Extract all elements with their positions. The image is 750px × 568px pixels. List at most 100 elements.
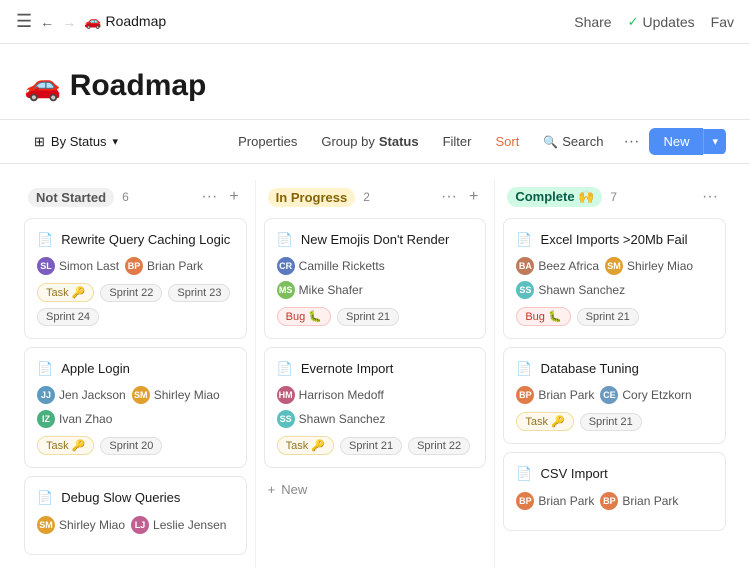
column-actions-not-started: ···+ <box>197 186 242 208</box>
assignee: HMHarrison Medoff <box>277 386 384 404</box>
doc-icon: 📄 <box>516 232 532 248</box>
assignee-name: Shawn Sanchez <box>538 283 625 297</box>
assignee-name: Cory Etzkorn <box>622 388 691 402</box>
column-count-complete: 7 <box>610 190 617 204</box>
new-button-caret[interactable]: ▾ <box>703 129 726 154</box>
top-nav: ☰ ← → 🚗 Roadmap Share ✓ Updates Fav <box>0 0 750 44</box>
card-title-text: Rewrite Query Caching Logic <box>61 231 230 249</box>
new-button[interactable]: New <box>649 128 703 155</box>
column-more-button[interactable]: ··· <box>437 186 461 208</box>
new-button-group: New ▾ <box>649 128 726 155</box>
checkmark-icon: ✓ <box>628 14 639 30</box>
forward-icon[interactable]: → <box>62 14 76 30</box>
nav-left: ☰ ← → 🚗 Roadmap <box>16 11 166 32</box>
card-sprint-tag: Sprint 22 <box>100 284 162 302</box>
share-link[interactable]: Share <box>574 14 611 30</box>
card-assignees: BABeez AfricaSMShirley MiaoSSShawn Sanch… <box>516 257 713 299</box>
card[interactable]: 📄CSV ImportBPBrian ParkBPBrian Park <box>503 452 726 530</box>
card[interactable]: 📄Debug Slow QueriesSMShirley MiaoLJLesli… <box>24 476 247 554</box>
column-count-not-started: 6 <box>122 190 129 204</box>
card-tag-task: Task 🔑 <box>37 283 94 302</box>
column-title-group: Complete 🙌7 <box>507 187 617 207</box>
card-title-row: 📄Database Tuning <box>516 360 713 378</box>
card-title-text: Evernote Import <box>301 360 394 378</box>
card-title-row: 📄CSV Import <box>516 465 713 483</box>
card-assignees: HMHarrison Medoff SSShawn Sanchez <box>277 386 474 428</box>
card-tag-task: Task 🔑 <box>37 436 94 455</box>
avatar: CE <box>600 386 618 404</box>
assignee-name: Jen Jackson <box>59 388 126 402</box>
card-sprint-tag: Sprint 20 <box>100 437 162 455</box>
updates-link[interactable]: ✓ Updates <box>628 14 695 30</box>
assignee: LJLeslie Jensen <box>131 516 226 534</box>
filter-button[interactable]: Filter <box>433 129 482 154</box>
card-title-row: 📄Rewrite Query Caching Logic <box>37 231 234 249</box>
properties-label: Properties <box>238 134 297 149</box>
card-tags: Bug 🐛 Sprint 21 <box>516 307 713 326</box>
column-actions-in-progress: ···+ <box>437 186 482 208</box>
breadcrumb: 🚗 Roadmap <box>84 13 166 30</box>
sort-button[interactable]: Sort <box>485 129 529 154</box>
grid-icon: ⊞ <box>34 134 45 150</box>
avatar: CR <box>277 257 295 275</box>
assignee: CRCamille Ricketts <box>277 257 385 275</box>
card-assignees: BP Brian Park CE Cory Etzkorn <box>516 386 713 404</box>
column-add-button[interactable]: + <box>225 186 242 208</box>
doc-icon: 📄 <box>516 361 532 377</box>
column-header-not-started: Not Started6 ···+ <box>24 180 247 218</box>
column-not-started: Not Started6···+📄Rewrite Query Caching L… <box>16 180 255 568</box>
column-title-group: Not Started6 <box>28 188 129 207</box>
more-options-button[interactable]: ··· <box>617 129 645 155</box>
view-selector[interactable]: ⊞ By Status ▾ <box>24 129 128 155</box>
card-sprint-tag: Sprint 21 <box>577 308 639 326</box>
assignee: IZ Ivan Zhao <box>37 410 112 428</box>
column-actions-complete: ··· <box>698 186 722 208</box>
avatar: LJ <box>131 516 149 534</box>
card[interactable]: 📄Rewrite Query Caching Logic SLSimon Last… <box>24 218 247 339</box>
avatar: BA <box>516 257 534 275</box>
properties-button[interactable]: Properties <box>228 129 307 154</box>
assignee-name: Brian Park <box>622 494 678 508</box>
assignee: SSShawn Sanchez <box>277 410 386 428</box>
card[interactable]: 📄Apple LoginJJJen JacksonSMShirley MiaoI… <box>24 347 247 468</box>
add-card-button[interactable]: + New <box>264 476 487 503</box>
menu-icon[interactable]: ☰ <box>16 11 32 32</box>
fav-link[interactable]: Fav <box>711 14 734 30</box>
card-title-text: CSV Import <box>541 465 608 483</box>
card-sprint-tag: Sprint 22 <box>408 437 470 455</box>
search-button[interactable]: 🔍 Search <box>533 129 613 154</box>
avatar: HM <box>277 386 295 404</box>
assignee: SMShirley Miao <box>37 516 125 534</box>
card-assignees: SMShirley Miao LJLeslie Jensen <box>37 516 234 534</box>
column-more-button[interactable]: ··· <box>197 186 221 208</box>
card-sprint-tag: Sprint 21 <box>337 308 399 326</box>
view-label: By Status <box>51 134 107 149</box>
assignee: SSShawn Sanchez <box>516 281 625 299</box>
breadcrumb-text[interactable]: 🚗 Roadmap <box>84 13 166 30</box>
doc-icon: 📄 <box>37 490 53 506</box>
toolbar-right: Properties Group by Status Filter Sort 🔍… <box>228 128 726 155</box>
card[interactable]: 📄Excel Imports >20Mb FailBABeez AfricaSM… <box>503 218 726 339</box>
card-tag-bug: Bug 🐛 <box>516 307 570 326</box>
avatar: SS <box>277 410 295 428</box>
card-assignees: SLSimon LastBPBrian Park <box>37 257 234 275</box>
page-title: 🚗 Roadmap <box>24 68 726 103</box>
updates-label: Updates <box>643 14 695 30</box>
assignee-name: Ivan Zhao <box>59 412 112 426</box>
card-sprint-tag: Sprint 21 <box>340 437 402 455</box>
avatar: SM <box>132 386 150 404</box>
avatar: SM <box>37 516 55 534</box>
group-by-button[interactable]: Group by Status <box>311 129 428 154</box>
column-add-button[interactable]: + <box>465 186 482 208</box>
assignee-name: Brian Park <box>538 388 594 402</box>
caret-down-icon: ▾ <box>113 135 119 148</box>
sort-label: Sort <box>495 134 519 149</box>
plus-icon: + <box>268 482 276 497</box>
avatar: IZ <box>37 410 55 428</box>
card[interactable]: 📄Evernote ImportHMHarrison MedoffSSShawn… <box>264 347 487 468</box>
back-icon[interactable]: ← <box>40 14 54 30</box>
card[interactable]: 📄New Emojis Don't RenderCRCamille Ricket… <box>264 218 487 339</box>
avatar: BP <box>516 386 534 404</box>
card[interactable]: 📄Database Tuning BP Brian Park CE Cory Etzko… <box>503 347 726 444</box>
column-more-button[interactable]: ··· <box>698 186 722 208</box>
